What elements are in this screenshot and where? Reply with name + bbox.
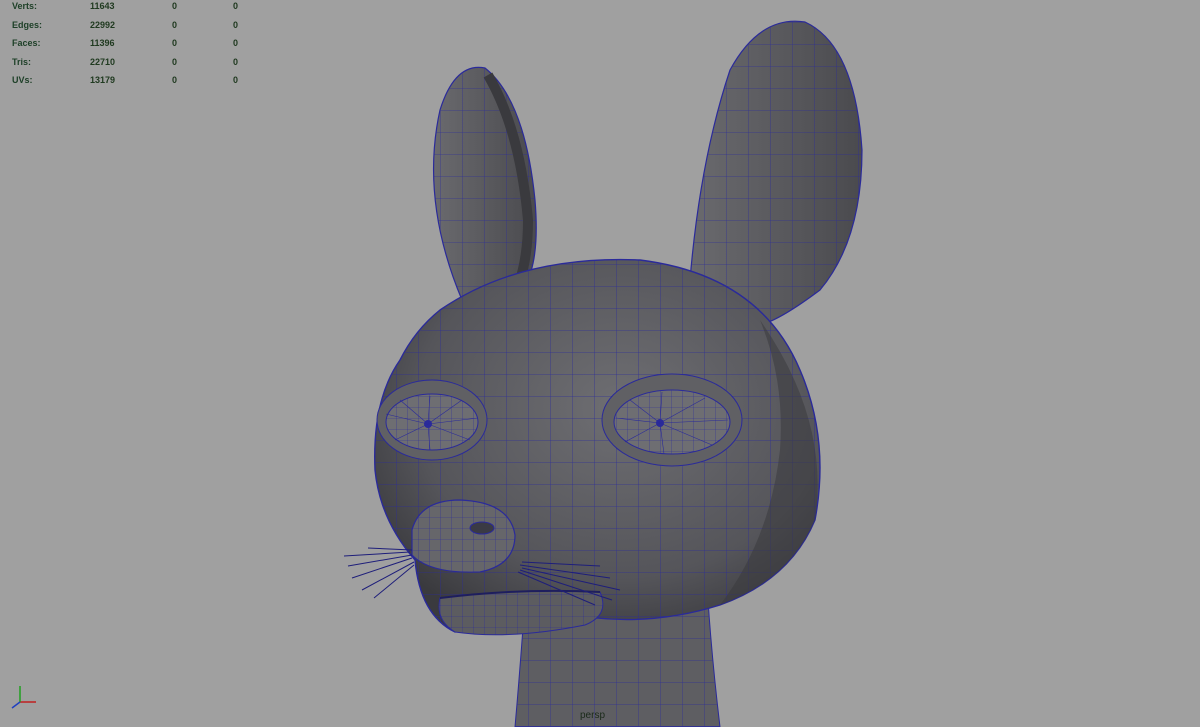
camera-label: persp (580, 710, 606, 721)
rabbit-head-mesh[interactable] (0, 0, 1200, 727)
3d-viewport[interactable]: Verts: 11643 0 0 Edges: 22992 0 0 Faces:… (0, 0, 1200, 727)
left-ear-mesh (432, 66, 537, 301)
axis-gizmo-icon (11, 686, 36, 709)
snout-mesh (411, 499, 516, 573)
left-eye-socket (376, 379, 488, 461)
right-eye-socket (601, 373, 743, 467)
right-ear-mesh (689, 20, 863, 326)
